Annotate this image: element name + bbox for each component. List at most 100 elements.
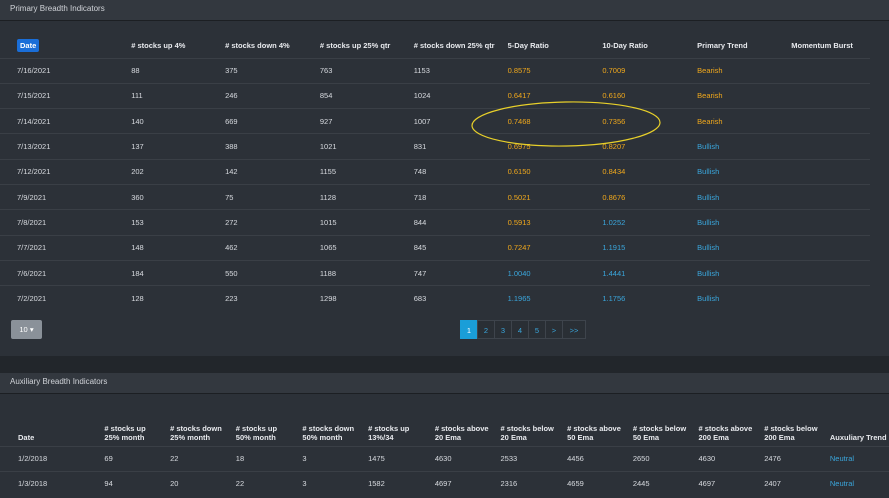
page-button-1[interactable]: 1: [460, 320, 478, 339]
aux-column-header[interactable]: # stocks above 200 Ema: [698, 411, 764, 446]
trend-cell: Bullish: [696, 259, 791, 286]
aux-column-header[interactable]: # stocks down 50% month: [301, 411, 367, 446]
column-header[interactable]: # stocks up 4%: [130, 34, 224, 58]
trend-cell: Bullish: [696, 209, 791, 236]
table-row: 7/7/2021 148 462 1065 845 0.7247 1.1915 Bullish: [0, 234, 870, 261]
page-button-2[interactable]: 2: [477, 320, 495, 339]
ratio10-cell: 0.7009: [601, 57, 697, 84]
value-cell: 1582: [367, 470, 434, 496]
value-cell: 2445: [631, 470, 698, 496]
aux-column-header[interactable]: # stocks below 50 Ema: [632, 411, 698, 446]
up4-cell: 184: [130, 259, 225, 286]
date-cell: 7/2/2021: [0, 285, 131, 311]
header-line: # stocks below: [500, 423, 554, 433]
value-cell: 4630: [697, 445, 764, 471]
down25qtr-cell: 844: [412, 209, 507, 236]
aux-column-header[interactable]: # stocks up 25% month: [103, 411, 169, 446]
auxiliary-table: Date # stocks up 25% month # stocks down 25%…: [0, 411, 889, 496]
caret-down-icon: ▾: [29, 325, 34, 334]
table-row: 7/12/2021 202 142 1155 748 0.6150 0.8434 Bullis…: [0, 158, 870, 185]
table-row: 7/8/2021 153 272 1015 844 0.5913 1.0252 Bullish: [0, 209, 870, 236]
down25qtr-cell: 845: [412, 234, 507, 261]
up4-cell: 111: [130, 82, 225, 109]
aux-column-header[interactable]: # stocks above 50 Ema: [566, 411, 632, 446]
down4-cell: 272: [224, 209, 319, 236]
aux-trend-cell: Neutral: [828, 470, 889, 496]
date-cell: 7/14/2021: [0, 108, 131, 134]
auxiliary-panel-title: Auxiliary Breadth Indicators: [0, 373, 889, 394]
value-cell: 22: [234, 470, 302, 496]
header-line: # stocks up: [368, 423, 410, 433]
column-header[interactable]: Momentum Burst: [790, 34, 870, 58]
header-line: 200 Ema: [764, 432, 795, 442]
aux-column-header[interactable]: # stocks down 25% month: [169, 411, 235, 446]
date-cell: 7/13/2021: [0, 133, 131, 160]
value-cell: 20: [169, 470, 235, 496]
value-cell: 3: [301, 445, 368, 471]
header-line: Auxuliary Trend: [829, 432, 887, 442]
table-row: 7/15/2021 111 246 854 1024 0.6417 0.6160 Bearis…: [0, 82, 870, 109]
aux-column-header[interactable]: # stocks below 20 Ema: [500, 411, 567, 446]
column-header[interactable]: Primary Trend: [696, 34, 790, 58]
last-page-button[interactable]: >>: [562, 320, 586, 339]
column-header[interactable]: # stocks down 4%: [224, 34, 319, 58]
ratio10-cell: 1.1915: [601, 234, 697, 261]
column-header[interactable]: 5-Day Ratio: [507, 34, 602, 58]
next-page-button[interactable]: >: [545, 320, 563, 339]
down4-cell: 550: [224, 259, 319, 286]
column-header[interactable]: 10-Day Ratio: [601, 34, 696, 58]
table-row: 7/14/2021 140 669 927 1007 0.7468 0.7356 Bearis…: [0, 108, 870, 134]
aux-column-header[interactable]: # stocks up 13%/34: [367, 411, 434, 446]
header-line: 20 Ema: [500, 432, 527, 442]
ratio5-cell: 1.1965: [506, 285, 602, 311]
ratio5-cell: 0.6975: [506, 133, 602, 160]
ratio10-cell: 0.7356: [601, 108, 697, 134]
header-line: 25% month: [170, 432, 211, 442]
primary-table: Date # stocks up 4% # stocks down 4% # stoc…: [0, 34, 870, 311]
down4-cell: 669: [224, 108, 319, 134]
momentum-cell: [790, 57, 870, 84]
primary-panel-title: Primary Breadth Indicators: [0, 0, 889, 21]
aux-column-header[interactable]: # stocks below 200 Ema: [763, 411, 829, 446]
table-row: 7/16/2021 88 375 763 1153 0.8575 0.7009 Bearish: [0, 57, 870, 84]
ratio5-cell: 0.7468: [506, 108, 602, 134]
column-header[interactable]: # stocks down 25% qtr: [413, 34, 507, 58]
value-cell: 3: [301, 470, 368, 496]
aux-column-header[interactable]: Auxuliary Trend: [829, 411, 889, 446]
aux-column-header[interactable]: # stocks above 20 Ema: [434, 411, 500, 446]
header-line: 50 Ema: [567, 432, 594, 442]
ratio10-cell: 1.0252: [601, 209, 697, 236]
date-sort-badge[interactable]: Date: [17, 39, 40, 53]
trend-cell: Bearish: [696, 82, 791, 109]
aux-trend-cell: Neutral: [828, 445, 889, 471]
column-header[interactable]: Date: [0, 34, 130, 58]
value-cell: 4697: [697, 470, 764, 496]
date-cell: 1/3/2018: [0, 470, 104, 496]
pagination: 1 2 3 4 5 > >>: [460, 320, 586, 339]
ratio10-cell: 0.8676: [601, 183, 697, 210]
up4-cell: 153: [130, 209, 225, 236]
up4-cell: 140: [130, 108, 225, 134]
up4-cell: 128: [130, 285, 225, 311]
ratio5-cell: 0.6417: [506, 82, 602, 109]
page-size-dropdown[interactable]: 10 ▾: [11, 320, 42, 339]
momentum-cell: [790, 234, 870, 261]
page-button-3[interactable]: 3: [494, 320, 512, 339]
header-line: # stocks above: [698, 423, 753, 433]
aux-column-header[interactable]: Date: [0, 411, 103, 446]
column-header[interactable]: # stocks up 25% qtr: [319, 34, 413, 58]
up4-cell: 148: [130, 234, 225, 261]
down25qtr-cell: 1024: [412, 82, 507, 109]
header-line: 200 Ema: [698, 432, 729, 442]
ratio5-cell: 0.7247: [506, 234, 602, 261]
page-button-5[interactable]: 5: [528, 320, 546, 339]
up4-cell: 88: [130, 57, 225, 84]
up25qtr-cell: 1155: [318, 158, 413, 185]
down25qtr-cell: 1007: [412, 108, 507, 134]
value-cell: 2407: [763, 470, 829, 496]
aux-column-header[interactable]: # stocks up 50% month: [235, 411, 302, 446]
down25qtr-cell: 748: [412, 158, 507, 185]
header-line: 50 Ema: [632, 432, 660, 442]
down25qtr-cell: 683: [412, 285, 507, 311]
page-button-4[interactable]: 4: [511, 320, 529, 339]
